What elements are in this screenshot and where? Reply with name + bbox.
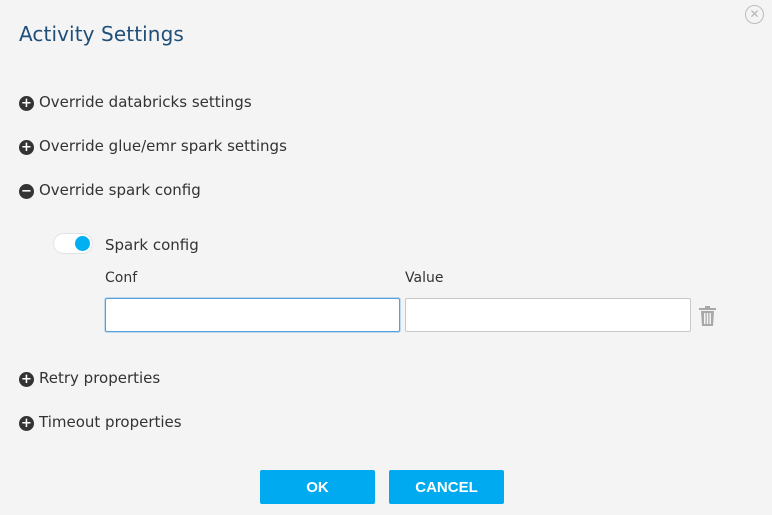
section-override-spark-config[interactable]: − Override spark config — [19, 181, 201, 199]
spark-config-toggle[interactable] — [53, 233, 93, 254]
section-timeout-properties[interactable]: + Timeout properties — [19, 413, 182, 431]
dialog-title: Activity Settings — [19, 22, 184, 46]
conf-label: Conf — [105, 270, 138, 286]
conf-input[interactable] — [105, 298, 400, 332]
spark-config-label: Spark config — [105, 236, 199, 254]
section-label: Override glue/emr spark settings — [39, 137, 287, 155]
section-label: Retry properties — [39, 369, 161, 387]
expand-icon: + — [19, 371, 34, 387]
expand-icon: + — [19, 95, 34, 111]
ok-button[interactable]: OK — [260, 470, 375, 504]
close-icon[interactable]: ✕ — [745, 5, 764, 24]
value-label: Value — [405, 270, 444, 286]
section-override-databricks[interactable]: + Override databricks settings — [19, 93, 252, 111]
section-retry-properties[interactable]: + Retry properties — [19, 369, 160, 387]
trash-icon[interactable] — [699, 306, 716, 326]
section-override-glue-emr[interactable]: + Override glue/emr spark settings — [19, 137, 287, 155]
cancel-button[interactable]: CANCEL — [389, 470, 504, 504]
collapse-icon: − — [19, 183, 34, 199]
value-input[interactable] — [405, 298, 691, 332]
expand-icon: + — [19, 139, 34, 155]
section-label: Override databricks settings — [39, 93, 252, 111]
section-label: Override spark config — [39, 181, 201, 199]
expand-icon: + — [19, 415, 34, 431]
section-label: Timeout properties — [39, 413, 182, 431]
toggle-knob — [75, 236, 90, 251]
